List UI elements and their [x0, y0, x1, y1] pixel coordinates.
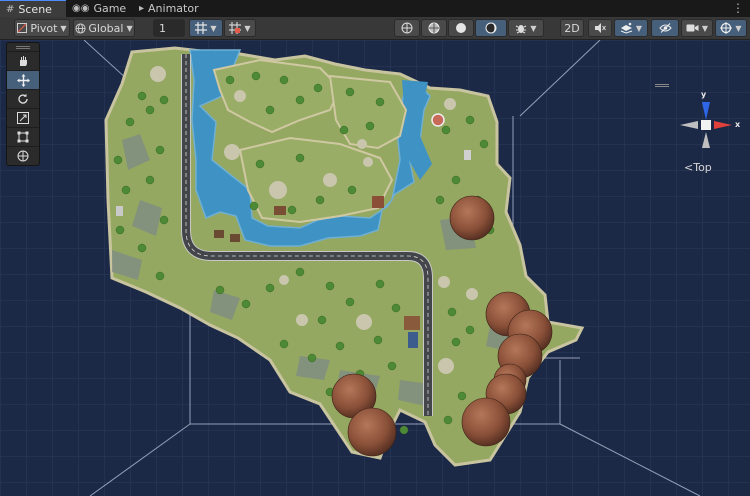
tab-scene[interactable]: # Scene	[0, 0, 66, 17]
gizmo-neg-y-cone[interactable]	[702, 132, 710, 148]
debug-draw-mode-dropdown[interactable]: ▼	[508, 19, 544, 37]
scale-tool-button[interactable]	[7, 108, 39, 127]
transform-icon	[17, 150, 29, 162]
tab-animator[interactable]: ▸ Animator	[139, 0, 199, 17]
chevron-down-icon: ▼	[735, 23, 742, 33]
gizmo-globe-icon	[720, 22, 733, 34]
pivot-icon	[17, 23, 28, 33]
speaker-muted-icon	[595, 23, 606, 33]
tools-overlay	[6, 42, 40, 166]
tab-game-label: Game	[93, 2, 127, 15]
2d-mode-toggle[interactable]: 2D	[560, 19, 584, 37]
chevron-down-icon: ▼	[244, 23, 251, 33]
move-tool-button[interactable]	[7, 70, 39, 89]
gizmo-center-cube[interactable]	[701, 120, 711, 130]
chevron-down-icon: ▼	[635, 23, 643, 33]
rect-tool-button[interactable]	[7, 127, 39, 146]
gizmos-dropdown[interactable]: ▼	[715, 19, 747, 37]
globe-icon	[75, 22, 86, 34]
tab-animator-label: Animator	[148, 2, 199, 15]
hand-icon	[20, 56, 27, 66]
rotate-icon	[18, 93, 28, 104]
view-mode-text: Top	[693, 161, 712, 174]
gizmo-y-cone[interactable]	[702, 102, 710, 120]
view-tool-button[interactable]	[7, 51, 39, 70]
scene-grid-icon: #	[6, 3, 15, 15]
animator-icon: ▸	[139, 3, 145, 14]
grid-snap-icon	[195, 22, 208, 34]
gizmo-x-cone[interactable]	[714, 121, 732, 129]
transform-tool-button[interactable]	[7, 146, 39, 165]
increment-snap-toggle[interactable]: ▼	[224, 19, 256, 37]
chevron-down-icon: ▼	[701, 23, 709, 33]
chevron-down-icon: ▼	[210, 23, 217, 33]
global-label: Global	[88, 21, 124, 35]
rect-transform-icon	[17, 131, 29, 143]
kebab-menu-icon[interactable]: ⋮	[732, 1, 744, 15]
lit-sphere-icon	[485, 22, 497, 34]
shaded-wireframe-sphere-icon	[428, 22, 440, 34]
shaded-mode-button[interactable]	[475, 19, 507, 37]
camera-icon	[686, 24, 699, 32]
increment-snap-icon	[229, 22, 242, 34]
camera-settings-dropdown[interactable]: ▼	[681, 19, 713, 37]
wireframe-shading-button[interactable]	[394, 19, 420, 37]
global-dropdown[interactable]: Global ▼	[73, 19, 135, 37]
scene-render	[0, 40, 750, 496]
pivot-label: Pivot	[30, 21, 58, 35]
tab-scene-label: Scene	[18, 2, 52, 16]
scale-icon	[17, 112, 29, 124]
bug-icon	[516, 25, 527, 34]
scene-viewport[interactable]: y x <Top	[0, 40, 750, 496]
scene-toolbar: Pivot ▼ Global ▼ 1 ▼ ▼ ▼ 2D ▼ ▼ ▼	[0, 17, 750, 40]
window-tab-bar: # Scene ◉◉ Game ▸ Animator ⋮	[0, 0, 750, 18]
rotate-tool-button[interactable]	[7, 89, 39, 108]
grid-visibility-toggle[interactable]: ▼	[189, 19, 223, 37]
solid-sphere-icon	[456, 23, 466, 33]
move-arrows-icon	[16, 73, 30, 87]
grid-size-field[interactable]: 1	[153, 19, 185, 37]
scene-visibility-toggle[interactable]	[651, 19, 679, 37]
pivot-dropdown[interactable]: Pivot ▼	[14, 19, 70, 37]
gizmo-neg-x-cone[interactable]	[680, 121, 698, 129]
chevron-down-icon: ▼	[126, 23, 133, 33]
eye-slash-icon	[658, 23, 672, 33]
tab-game[interactable]: ◉◉ Game	[72, 0, 126, 17]
gizmo-axis-x-label: x	[735, 120, 741, 129]
scene-effects-dropdown[interactable]: ▼	[614, 19, 648, 37]
shaded-wireframe-button[interactable]	[421, 19, 447, 37]
effects-layers-icon	[620, 22, 633, 34]
gizmo-grip-icon[interactable]	[655, 84, 669, 85]
chevron-down-icon: ▼	[60, 23, 67, 33]
audio-toggle[interactable]	[588, 19, 612, 37]
view-mode-label[interactable]: <Top	[684, 161, 712, 174]
gamepad-icon: ◉◉	[72, 3, 90, 14]
wireframe-sphere-icon	[401, 22, 413, 34]
overlay-grip-icon[interactable]	[7, 43, 39, 51]
gizmo-axis-y-label: y	[701, 90, 707, 99]
unlit-shading-button[interactable]	[448, 19, 474, 37]
scene-orientation-gizmo[interactable]	[670, 90, 742, 160]
chevron-down-icon: ▼	[530, 23, 537, 33]
